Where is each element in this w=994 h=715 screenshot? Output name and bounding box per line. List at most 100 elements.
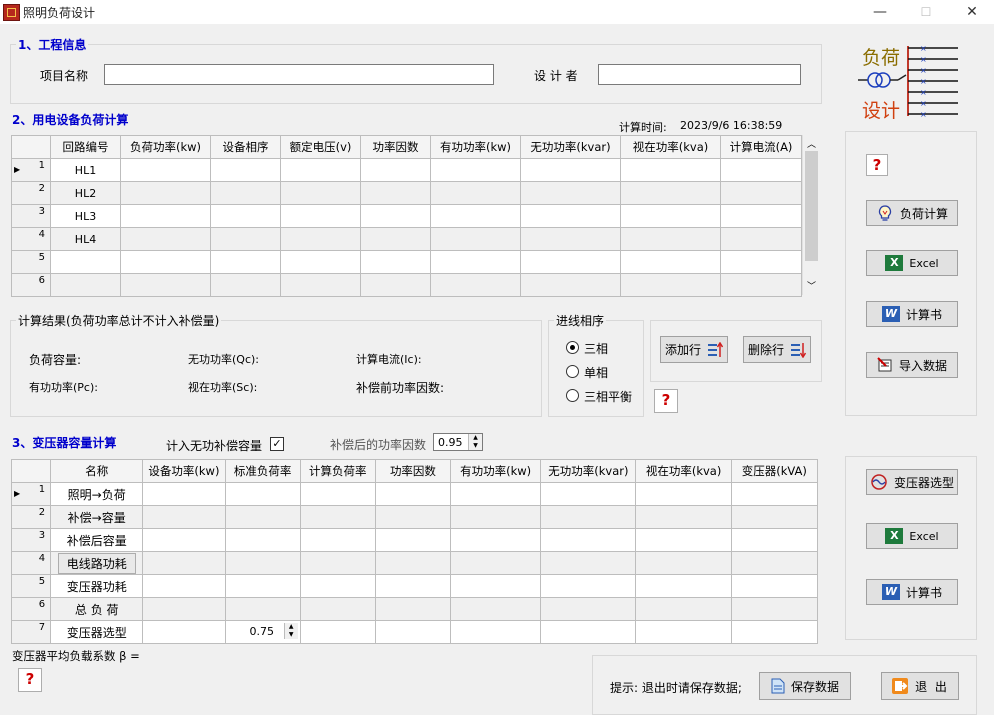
row-header[interactable]: 2 bbox=[10, 505, 52, 529]
table-cell[interactable] bbox=[635, 528, 732, 552]
table-cell[interactable] bbox=[430, 204, 521, 228]
column-header[interactable]: 无功功率(kvar) bbox=[540, 459, 637, 483]
std-load-rate-spinner[interactable]: 0.75 ▲ ▼ bbox=[224, 620, 301, 644]
table-cell[interactable] bbox=[540, 620, 637, 644]
row-name-cell[interactable]: 变压器选型 bbox=[50, 620, 144, 644]
table-cell[interactable] bbox=[299, 551, 376, 575]
table-cell[interactable] bbox=[620, 181, 721, 205]
table-cell[interactable] bbox=[730, 620, 819, 644]
table-cell[interactable] bbox=[374, 482, 452, 506]
row-header[interactable]: ▶ 1 bbox=[10, 482, 52, 506]
table-row[interactable]: 6 bbox=[11, 273, 802, 297]
column-header[interactable]: 有功功率(kw) bbox=[430, 135, 521, 159]
table-cell[interactable] bbox=[450, 528, 542, 552]
table-cell[interactable] bbox=[374, 505, 452, 529]
table-cell[interactable] bbox=[142, 528, 226, 552]
row-name-cell[interactable]: 电线路功耗 bbox=[50, 551, 144, 575]
table-cell[interactable] bbox=[299, 528, 376, 552]
table-cell[interactable] bbox=[720, 250, 802, 274]
column-header[interactable]: 有功功率(kw) bbox=[450, 459, 542, 483]
table-cell[interactable] bbox=[224, 574, 301, 598]
load-help-button[interactable]: ? bbox=[866, 154, 888, 176]
table-cell[interactable]: HL1 bbox=[50, 158, 121, 182]
column-header[interactable]: 名称 bbox=[50, 459, 144, 483]
radio-single-phase[interactable] bbox=[566, 365, 579, 378]
row-name-cell[interactable]: 补偿后容量 bbox=[50, 528, 144, 552]
column-header[interactable]: 视在功率(kva) bbox=[620, 135, 721, 159]
table-cell[interactable] bbox=[730, 551, 819, 575]
table-cell[interactable] bbox=[520, 181, 621, 205]
table-cell[interactable] bbox=[730, 482, 819, 506]
table-cell[interactable] bbox=[450, 482, 542, 506]
table-cell[interactable] bbox=[540, 597, 637, 621]
table-cell[interactable] bbox=[299, 597, 376, 621]
table-cell[interactable] bbox=[430, 250, 521, 274]
table-cell[interactable] bbox=[635, 574, 732, 598]
column-header[interactable]: 计算电流(A) bbox=[720, 135, 802, 159]
table-cell[interactable] bbox=[142, 505, 226, 529]
table-cell[interactable] bbox=[720, 273, 802, 297]
table-cell[interactable] bbox=[450, 597, 542, 621]
table-cell[interactable] bbox=[120, 158, 211, 182]
table-cell[interactable] bbox=[374, 551, 452, 575]
table-cell[interactable] bbox=[730, 505, 819, 529]
table-cell[interactable] bbox=[280, 273, 361, 297]
table-cell[interactable] bbox=[360, 227, 431, 251]
exit-button[interactable]: 退 出 bbox=[881, 672, 959, 700]
table-cell[interactable] bbox=[730, 574, 819, 598]
table-cell[interactable] bbox=[374, 597, 452, 621]
row-header[interactable]: 6 bbox=[10, 597, 52, 621]
table-cell[interactable] bbox=[635, 551, 732, 575]
table-cell[interactable] bbox=[224, 528, 301, 552]
table-cell[interactable] bbox=[142, 620, 226, 644]
table-cell[interactable] bbox=[540, 505, 637, 529]
table-cell[interactable] bbox=[635, 482, 732, 506]
table-cell[interactable] bbox=[224, 505, 301, 529]
radio-three-phase-label[interactable]: 三相 bbox=[584, 340, 608, 357]
row-header[interactable]: 4 bbox=[10, 551, 52, 575]
table-cell[interactable] bbox=[142, 574, 226, 598]
table-cell[interactable] bbox=[280, 181, 361, 205]
table-cell[interactable] bbox=[142, 482, 226, 506]
transformer-excel-button[interactable]: X Excel bbox=[866, 523, 958, 549]
line-loss-button[interactable]: 电线路功耗 bbox=[57, 552, 136, 574]
table-row[interactable]: 4 电线路功耗 bbox=[10, 551, 819, 575]
load-excel-button[interactable]: X Excel bbox=[866, 250, 958, 276]
table-cell[interactable] bbox=[280, 158, 361, 182]
radio-three-phase[interactable] bbox=[566, 341, 579, 354]
column-header[interactable]: 功率因数 bbox=[374, 459, 452, 483]
table-row[interactable]: 2 补偿→容量 bbox=[10, 505, 819, 529]
table-cell[interactable]: HL4 bbox=[50, 227, 121, 251]
table-cell[interactable] bbox=[540, 574, 637, 598]
column-header[interactable]: 变压器(kVA) bbox=[730, 459, 819, 483]
table-cell[interactable] bbox=[635, 597, 732, 621]
table-row[interactable]: ▶ 1 HL1 bbox=[11, 158, 802, 182]
radio-balanced-phase[interactable] bbox=[566, 389, 579, 402]
add-row-button[interactable]: 添加行 bbox=[660, 336, 728, 363]
table-cell[interactable] bbox=[620, 158, 721, 182]
table-cell[interactable] bbox=[374, 528, 452, 552]
table-row[interactable]: 3 HL3 bbox=[11, 204, 802, 228]
maximize-button[interactable]: ☐ bbox=[903, 0, 949, 24]
table-cell[interactable] bbox=[360, 158, 431, 182]
row-name-cell[interactable]: 照明→负荷 bbox=[50, 482, 144, 506]
table-cell[interactable] bbox=[50, 273, 121, 297]
transformer-help-button[interactable]: ? bbox=[18, 668, 42, 692]
table-cell[interactable] bbox=[360, 273, 431, 297]
table-cell[interactable] bbox=[210, 204, 281, 228]
table-cell[interactable] bbox=[730, 597, 819, 621]
row-header[interactable]: 4 bbox=[11, 227, 51, 251]
column-header[interactable]: 回路编号 bbox=[50, 135, 121, 159]
table-row[interactable]: 5 bbox=[11, 250, 802, 274]
table-cell[interactable] bbox=[299, 505, 376, 529]
table-cell[interactable] bbox=[360, 250, 431, 274]
scroll-up-icon[interactable]: ︿ bbox=[807, 137, 816, 150]
table-cell[interactable] bbox=[430, 273, 521, 297]
table-cell[interactable] bbox=[520, 250, 621, 274]
table-row[interactable]: 7 变压器选型 0.75 ▲ ▼ bbox=[10, 620, 819, 644]
column-header[interactable]: 视在功率(kva) bbox=[635, 459, 732, 483]
table-cell[interactable] bbox=[360, 204, 431, 228]
table-cell[interactable] bbox=[450, 574, 542, 598]
table-cell[interactable] bbox=[224, 597, 301, 621]
row-name-cell[interactable]: 变压器功耗 bbox=[50, 574, 144, 598]
